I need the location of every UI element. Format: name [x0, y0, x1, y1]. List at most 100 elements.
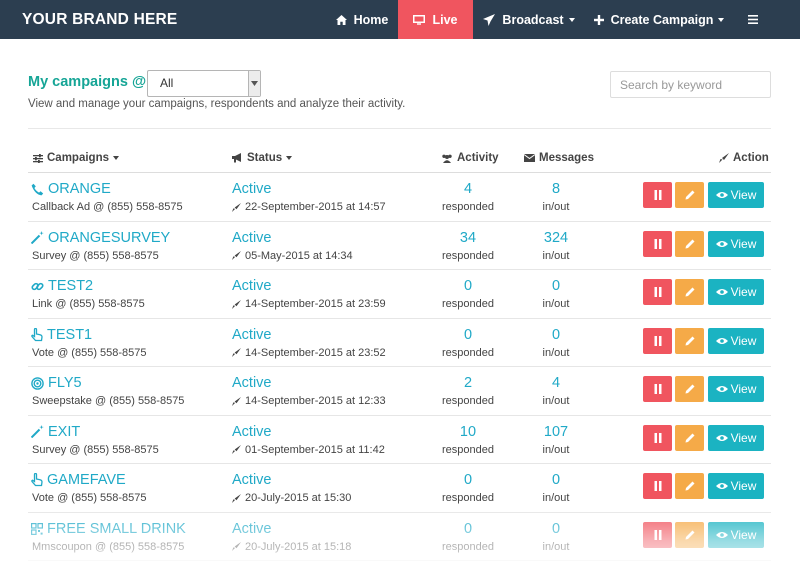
nav-create-campaign[interactable]: Create Campaign [585, 0, 733, 39]
campaign-name-link[interactable]: FLY5 [31, 375, 82, 391]
campaign-type-number: Survey @ (855) 558-8575 [32, 249, 159, 262]
activity-label: responded [442, 540, 494, 553]
activity-label: responded [442, 492, 494, 504]
column-label-campaigns: Campaigns [47, 152, 109, 164]
view-button[interactable]: View [708, 279, 764, 305]
edit-button[interactable] [675, 424, 704, 451]
pause-button[interactable] [643, 376, 672, 402]
pause-button[interactable] [643, 521, 672, 548]
view-button[interactable]: View [708, 521, 764, 548]
campaign-type-number: Mmscoupon @ (855) 558-8575 [32, 540, 185, 553]
activity-label: responded [442, 298, 494, 310]
messages-label: in/out [542, 492, 570, 504]
activity-label: responded [442, 346, 494, 359]
nav-menu-toggle[interactable] [733, 0, 779, 39]
edit-button[interactable] [675, 327, 704, 354]
activity-label: responded [442, 249, 494, 262]
campaign-name: EXIT [48, 423, 81, 440]
activity-count: 0 [463, 278, 473, 294]
pause-button[interactable] [643, 182, 672, 208]
home-icon [335, 14, 347, 25]
sliders-icon [33, 153, 43, 163]
table-row: TEST1 Vote @ (855) 558-8575 Active 14-Septe… [28, 319, 771, 367]
messages-count: 8 [551, 181, 561, 197]
edit-button[interactable] [675, 230, 704, 257]
table-row: FREE SMALL DRINK Mmscoupon @ (855) 558-85… [28, 513, 771, 561]
messages-count: 0 [551, 326, 561, 343]
campaign-status: Active [232, 375, 272, 391]
campaign-name-link[interactable]: TEST2 [31, 278, 93, 294]
view-button-label: View [730, 333, 757, 348]
edit-button[interactable] [675, 521, 704, 548]
hamburger-menu-icon [747, 15, 758, 24]
eye-icon [715, 192, 728, 198]
campaign-table-body: ORANGE Callback Ad @ (855) 558-8575 Active… [0, 173, 800, 585]
nav-home[interactable]: Home [326, 0, 398, 39]
column-label-activity: Activity [457, 152, 499, 164]
column-header-campaigns[interactable]: Campaigns [33, 152, 119, 164]
view-button-label: View [730, 188, 757, 202]
activity-count: 0 [463, 326, 473, 343]
campaign-filter-select[interactable]: All [147, 70, 261, 97]
view-button[interactable]: View [708, 376, 764, 402]
view-button[interactable]: View [708, 473, 764, 499]
pause-button[interactable] [643, 327, 672, 354]
campaign-type-number: Sweepstake @ (855) 558-8575 [32, 395, 185, 407]
campaign-name-link[interactable]: FREE SMALL DRINK [31, 521, 186, 537]
campaign-date-text: 14-September-2015 at 23:59 [245, 298, 386, 310]
table-row: FLY5 Sweepstake @ (855) 558-8575 Active 14-… [28, 367, 771, 416]
bullhorn-icon [232, 153, 241, 163]
pause-button[interactable] [643, 279, 672, 305]
view-button[interactable]: View [708, 327, 764, 354]
envelope-icon [524, 154, 535, 162]
edit-button[interactable] [675, 182, 704, 208]
edit-button[interactable] [675, 279, 704, 305]
campaign-date: 14-September-2015 at 23:52 [232, 347, 386, 359]
nav-live-label: Live [432, 12, 458, 27]
view-button[interactable]: View [708, 424, 764, 451]
edit-button[interactable] [675, 376, 704, 402]
nav-broadcast[interactable]: Broadcast [473, 0, 585, 39]
activity-label: responded [442, 395, 494, 407]
campaign-name-link[interactable]: EXIT [31, 424, 80, 440]
view-button[interactable]: View [708, 182, 764, 208]
nav-live[interactable]: Live [398, 0, 473, 39]
activity-count: 0 [463, 520, 473, 537]
rocket-icon [232, 542, 241, 551]
campaign-name-link[interactable]: ORANGE [31, 181, 111, 197]
campaign-date-text: 22-September-2015 at 14:57 [245, 201, 386, 213]
pause-icon [654, 238, 661, 249]
brand-logo[interactable]: YOUR BRAND HERE [22, 0, 177, 39]
view-button-label: View [730, 430, 757, 445]
qrcode-icon [31, 522, 47, 535]
pause-button[interactable] [643, 424, 672, 451]
sort-caret-icon [113, 156, 119, 160]
messages-label: in/out [542, 540, 570, 553]
view-button-label: View [730, 285, 757, 299]
campaign-type-number: Survey @ (855) 558-8575 [32, 443, 159, 456]
campaign-status: Active [232, 423, 272, 440]
eye-icon [715, 531, 728, 538]
pause-button[interactable] [643, 230, 672, 257]
eye-icon [715, 434, 728, 441]
edit-button[interactable] [675, 473, 704, 499]
messages-label: in/out [542, 346, 570, 359]
rocket-icon [232, 299, 241, 309]
magic-wand-icon [31, 231, 48, 244]
chevron-down-icon [718, 17, 725, 22]
campaign-name: FREE SMALL DRINK [47, 520, 186, 537]
campaign-name-link[interactable]: TEST1 [31, 327, 92, 343]
rocket-icon [232, 396, 241, 406]
table-row: TEST2 Link @ (855) 558-8575 Active 14-Septe… [28, 270, 771, 319]
rocket-icon [232, 202, 241, 212]
pencil-icon [685, 481, 694, 491]
pause-button[interactable] [643, 473, 672, 499]
search-input[interactable] [610, 71, 771, 98]
view-button[interactable]: View [708, 230, 764, 257]
campaign-name: FLY5 [48, 375, 82, 391]
column-header-status[interactable]: Status [232, 152, 293, 164]
campaign-name: TEST2 [48, 278, 94, 294]
campaign-name-link[interactable]: ORANGESURVEY [31, 230, 170, 246]
campaign-name-link[interactable]: GAMEFAVE [31, 472, 126, 488]
table-row: ORANGE Callback Ad @ (855) 558-8575 Active… [28, 173, 771, 222]
